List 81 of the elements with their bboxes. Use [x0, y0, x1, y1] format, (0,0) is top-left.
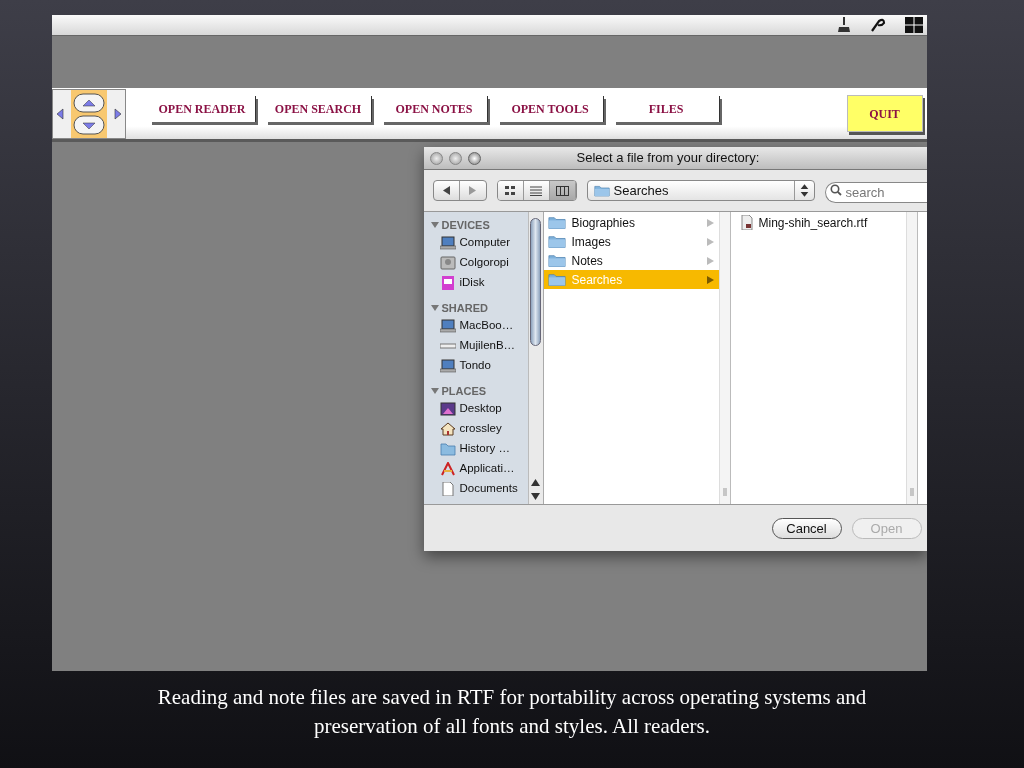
folder-icon — [593, 184, 610, 197]
view-mode-button[interactable] — [497, 181, 524, 200]
close-button[interactable] — [429, 151, 443, 165]
document-icon — [439, 482, 456, 496]
column-item[interactable]: Notes — [543, 251, 719, 270]
sidebar-item[interactable]: Desktop — [430, 399, 528, 419]
location-popup[interactable]: Searches — [586, 180, 815, 201]
toolbar-button[interactable]: OPEN READER — [149, 95, 256, 122]
column-item[interactable]: Biographies — [543, 213, 719, 232]
pencil-ruler-icon — [439, 462, 456, 476]
sidebar-item[interactable]: MujilenB… — [430, 336, 528, 356]
column-item[interactable]: Images — [543, 232, 719, 251]
scroll-up-arrow-icon[interactable] — [531, 479, 540, 487]
grid-icon — [904, 17, 923, 33]
view-mode-button[interactable] — [549, 181, 576, 200]
item-label: Ming-shih_search.rtf — [758, 214, 869, 232]
hook-icon — [868, 17, 887, 33]
sidebar-item[interactable]: Tondo — [430, 356, 528, 376]
desktop-icon — [439, 402, 456, 416]
grid-icon — [504, 185, 516, 196]
laptop-icon — [439, 236, 456, 250]
scroll-bar[interactable] — [527, 212, 543, 504]
item-label: Searches — [571, 271, 624, 289]
sidebar-item[interactable]: Colgoropi — [430, 253, 528, 273]
chevron-right-icon — [706, 218, 714, 227]
list-icon — [530, 185, 542, 196]
disclosure-triangle-icon[interactable] — [430, 221, 439, 229]
folder-icon — [547, 215, 566, 230]
quit-button[interactable]: QUIT — [846, 95, 923, 132]
location-label: Searches — [613, 181, 670, 200]
laptop-icon — [439, 359, 456, 373]
sidebar-item[interactable]: Documents — [430, 479, 528, 499]
columns-icon — [555, 185, 569, 196]
right-arrow-icon — [468, 186, 477, 195]
hard-drive-icon — [439, 256, 456, 270]
chevron-right-icon — [706, 237, 714, 246]
left-arrow-icon[interactable] — [55, 107, 64, 120]
toolbar-button[interactable]: OPEN TOOLS — [497, 95, 604, 122]
search-field[interactable]: search — [824, 182, 927, 203]
toolbar-button[interactable]: FILES — [613, 95, 720, 122]
sidebar-item[interactable]: MacBoo… — [430, 316, 528, 336]
disclosure-triangle-icon[interactable] — [430, 304, 439, 312]
item-label: Notes — [571, 252, 604, 270]
house-icon — [439, 422, 456, 436]
zoom-button[interactable] — [467, 151, 481, 165]
sidebar-item[interactable]: Applicati… — [430, 459, 528, 479]
folder-icon — [547, 234, 566, 249]
sidebar-heading: DEVICES — [441, 217, 490, 233]
sidebar-item[interactable]: History … — [430, 439, 528, 459]
sidebar-item[interactable]: iDisk — [430, 273, 528, 293]
folder-icon — [439, 442, 456, 456]
minimize-button[interactable] — [448, 151, 462, 165]
sidebar-item[interactable]: crossley — [430, 419, 528, 439]
laptop-icon — [439, 319, 456, 333]
toolbar-button[interactable]: OPEN NOTES — [381, 95, 488, 122]
sidebar-heading: SHARED — [441, 300, 488, 316]
toolbar-button[interactable]: OPEN SEARCH — [265, 95, 372, 122]
resize-handle-icon[interactable] — [909, 488, 914, 496]
slide-caption: Reading and note files are saved in RTF for portability across operating systems and preservation of all fonts and styles. All readers. — [156, 684, 868, 740]
item-label: Biographies — [571, 214, 636, 232]
window-title: Select a file from your directory: — [576, 149, 760, 168]
cancel-button[interactable]: Cancel — [771, 517, 842, 539]
chevron-right-icon — [706, 256, 714, 265]
folder-icon — [547, 253, 566, 268]
resize-handle-icon[interactable] — [722, 488, 727, 496]
chevron-right-icon — [706, 275, 714, 284]
disclosure-triangle-icon[interactable] — [430, 387, 439, 395]
document-icon — [740, 215, 753, 230]
search-icon — [829, 184, 842, 196]
down-arrow-button[interactable] — [72, 114, 105, 135]
broom-icon — [836, 17, 851, 33]
column-item[interactable]: Ming-shih_search.rtf — [736, 213, 906, 232]
sidebar-heading: PLACES — [441, 383, 487, 399]
folder-icon — [547, 272, 566, 287]
right-arrow-icon[interactable] — [113, 107, 122, 120]
left-arrow-icon — [441, 186, 451, 195]
view-mode-button[interactable] — [523, 181, 550, 200]
up-arrow-button[interactable] — [72, 92, 105, 113]
sidebar-item[interactable]: Computer — [430, 233, 528, 253]
item-label: Images — [571, 233, 612, 251]
scroll-down-arrow-icon[interactable] — [531, 493, 540, 501]
